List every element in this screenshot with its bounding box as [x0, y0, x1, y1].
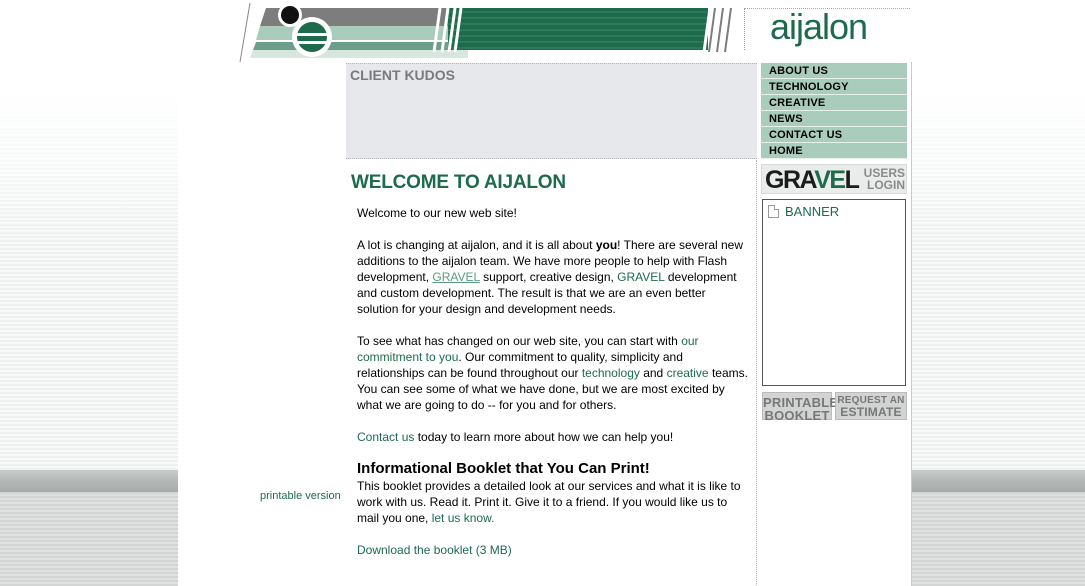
nav-technology[interactable]: TECHNOLOGY	[761, 79, 907, 95]
download-paragraph: Download the booklet (3 MB)	[357, 542, 749, 558]
text: This booklet provides a detailed look at…	[357, 479, 741, 525]
broken-image-icon	[768, 205, 779, 218]
gravel-logo-part: GRA	[765, 166, 816, 194]
site-header: aijalon	[178, 0, 912, 62]
emphasis: you	[595, 238, 618, 252]
users-login-label: USERS LOGIN	[857, 167, 905, 191]
text: support, creative design,	[479, 270, 618, 284]
printable-booklet-button[interactable]: PRINTABLE BOOKLET	[762, 392, 838, 423]
text: To see what has changed on our web site,…	[357, 334, 682, 348]
page-title: WELCOME TO AIJALON	[351, 172, 566, 193]
text: A lot is changing at aijalon, and it is …	[357, 238, 596, 252]
nav-contact-us[interactable]: CONTACT US	[761, 127, 907, 143]
left-column	[178, 62, 345, 586]
technology-link[interactable]: technology	[582, 366, 640, 380]
gravel-users-login-button[interactable]: GRAVEL USERS LOGIN	[761, 164, 907, 194]
printable-version-link[interactable]: printable version	[260, 490, 341, 502]
banner-box: BANNER	[762, 199, 906, 386]
changes-paragraph: A lot is changing at aijalon, and it is …	[357, 237, 749, 317]
nav-home[interactable]: HOME	[761, 143, 907, 159]
booklet-label: BOOKLET	[764, 408, 830, 423]
banner-label[interactable]: BANNER	[785, 204, 839, 219]
gravel-logo-part: VE	[814, 166, 846, 194]
text: today to learn more about how we can hel…	[414, 430, 674, 444]
download-booklet-link[interactable]: Download the booklet (3 MB)	[357, 543, 512, 557]
nav-news[interactable]: NEWS	[761, 111, 907, 127]
intro-paragraph: Welcome to our new web site!	[357, 206, 517, 220]
gravel-logo: GRAVEL	[765, 166, 860, 195]
site-tour-paragraph: To see what has changed on our web site,…	[357, 333, 749, 413]
creative-link[interactable]: creative	[667, 366, 709, 380]
gravel-link[interactable]: GRAVEL	[432, 270, 479, 284]
client-kudos-title: CLIENT KUDOS	[350, 67, 455, 83]
contact-paragraph: Contact us today to learn more about how…	[357, 429, 749, 445]
login-label: LOGIN	[867, 178, 905, 192]
booklet-heading: Informational Booklet that You Can Print…	[357, 460, 650, 477]
nav-about-us[interactable]: ABOUT US	[761, 63, 907, 79]
let-us-know-link[interactable]: let us know.	[432, 511, 495, 525]
client-kudos-panel: CLIENT KUDOS	[346, 63, 757, 159]
text: and	[639, 366, 667, 380]
request-estimate-button[interactable]: REQUEST AN ESTIMATE	[835, 392, 907, 420]
contact-us-link[interactable]: Contact us	[357, 430, 414, 444]
column-divider	[756, 160, 757, 586]
main-nav: ABOUT US TECHNOLOGY CREATIVE NEWS CONTAC…	[761, 63, 907, 159]
gravel-link-2[interactable]: GRAVEL	[617, 270, 664, 284]
booklet-paragraph: This booklet provides a detailed look at…	[357, 478, 749, 526]
nav-creative[interactable]: CREATIVE	[761, 95, 907, 111]
aijalon-logo[interactable]: aijalon	[770, 6, 868, 48]
main-content: Welcome to our new web site! A lot is ch…	[357, 205, 749, 574]
estimate-label: ESTIMATE	[840, 405, 902, 419]
page-container: aijalon CLIENT KUDOS WELCOME TO AIJALON …	[178, 0, 912, 586]
